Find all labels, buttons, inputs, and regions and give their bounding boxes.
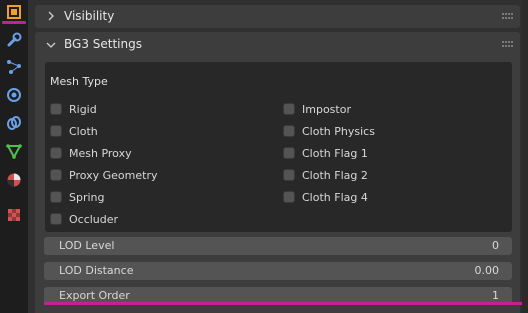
- checkbox-box[interactable]: [283, 125, 295, 137]
- checkbox-box[interactable]: [50, 125, 62, 137]
- checkbox-occluder[interactable]: Occluder: [50, 211, 118, 227]
- checkbox-mesh-proxy[interactable]: Mesh Proxy: [50, 145, 132, 161]
- bg3-settings-panel-body: Mesh Type Rigid Cloth Mesh Proxy Proxy G…: [35, 58, 520, 313]
- checkbox-box[interactable]: [283, 147, 295, 159]
- checkbox-proxy-geometry[interactable]: Proxy Geometry: [50, 167, 157, 183]
- checkbox-box[interactable]: [283, 191, 295, 203]
- checkbox-box[interactable]: [50, 213, 62, 225]
- constraints-icon[interactable]: [4, 113, 24, 133]
- scrollbar[interactable]: [522, 0, 528, 313]
- checkbox-label: Occluder: [69, 212, 119, 226]
- checkbox-box[interactable]: [50, 169, 62, 181]
- drag-handle-icon[interactable]: [502, 13, 514, 21]
- export-order-highlight: [44, 302, 528, 305]
- checkbox-label: Rigid: [69, 102, 97, 116]
- object-properties-icon[interactable]: [4, 2, 24, 22]
- checkbox-box[interactable]: [283, 103, 295, 115]
- lod-distance-field[interactable]: LOD Distance 0.00: [44, 262, 512, 280]
- checkbox-cloth-physics[interactable]: Cloth Physics: [283, 123, 375, 139]
- physics-icon[interactable]: [4, 85, 24, 105]
- active-tab-highlight: [2, 21, 26, 24]
- checkbox-label: Cloth Physics: [302, 124, 375, 138]
- checkbox-label: Cloth Flag 4: [302, 190, 368, 204]
- checkbox-label: Mesh Proxy: [69, 146, 132, 160]
- visibility-panel-header[interactable]: Visibility: [35, 5, 520, 28]
- properties-tab-sidebar: [0, 0, 28, 313]
- visibility-panel-title: Visibility: [64, 9, 115, 23]
- field-label: LOD Distance: [59, 264, 134, 277]
- chevron-right-icon: [48, 11, 54, 21]
- checkbox-box[interactable]: [283, 169, 295, 181]
- mesh-type-title: Mesh Type: [50, 75, 108, 88]
- material-icon[interactable]: [4, 170, 24, 190]
- mesh-type-box: Mesh Type Rigid Cloth Mesh Proxy Proxy G…: [45, 62, 512, 232]
- checkbox-box[interactable]: [50, 103, 62, 115]
- field-label: LOD Level: [59, 239, 115, 252]
- checkbox-spring[interactable]: Spring: [50, 189, 105, 205]
- field-value: 1: [492, 289, 499, 302]
- bg3-settings-panel-title: BG3 Settings: [64, 37, 142, 51]
- properties-editor: Visibility BG3 Settings Mesh Type Rigid …: [28, 0, 528, 313]
- checkbox-cloth[interactable]: Cloth: [50, 123, 98, 139]
- drag-handle-icon[interactable]: [502, 41, 514, 49]
- checkbox-cloth-flag-4[interactable]: Cloth Flag 4: [283, 189, 368, 205]
- checkbox-rigid[interactable]: Rigid: [50, 101, 97, 117]
- checkbox-label: Impostor: [302, 102, 351, 116]
- object-data-icon[interactable]: [4, 141, 24, 161]
- bg3-settings-panel-header[interactable]: BG3 Settings: [35, 32, 520, 58]
- field-label: Export Order: [59, 289, 130, 302]
- checkbox-label: Spring: [69, 190, 105, 204]
- field-value: 0.00: [474, 264, 500, 277]
- checkbox-label: Cloth: [69, 124, 98, 138]
- checkbox-label: Cloth Flag 1: [302, 146, 368, 160]
- checkbox-cloth-flag-2[interactable]: Cloth Flag 2: [283, 167, 368, 183]
- checkbox-label: Cloth Flag 2: [302, 168, 368, 182]
- checkbox-impostor[interactable]: Impostor: [283, 101, 351, 117]
- texture-icon[interactable]: [4, 205, 24, 225]
- checkbox-cloth-flag-1[interactable]: Cloth Flag 1: [283, 145, 368, 161]
- chevron-down-icon: [46, 42, 56, 48]
- field-value: 0: [492, 239, 499, 252]
- checkbox-label: Proxy Geometry: [69, 168, 158, 182]
- wrench-icon[interactable]: [4, 30, 24, 50]
- checkbox-box[interactable]: [50, 191, 62, 203]
- lod-level-field[interactable]: LOD Level 0: [44, 237, 512, 255]
- checkbox-box[interactable]: [50, 147, 62, 159]
- particles-icon[interactable]: [4, 57, 24, 77]
